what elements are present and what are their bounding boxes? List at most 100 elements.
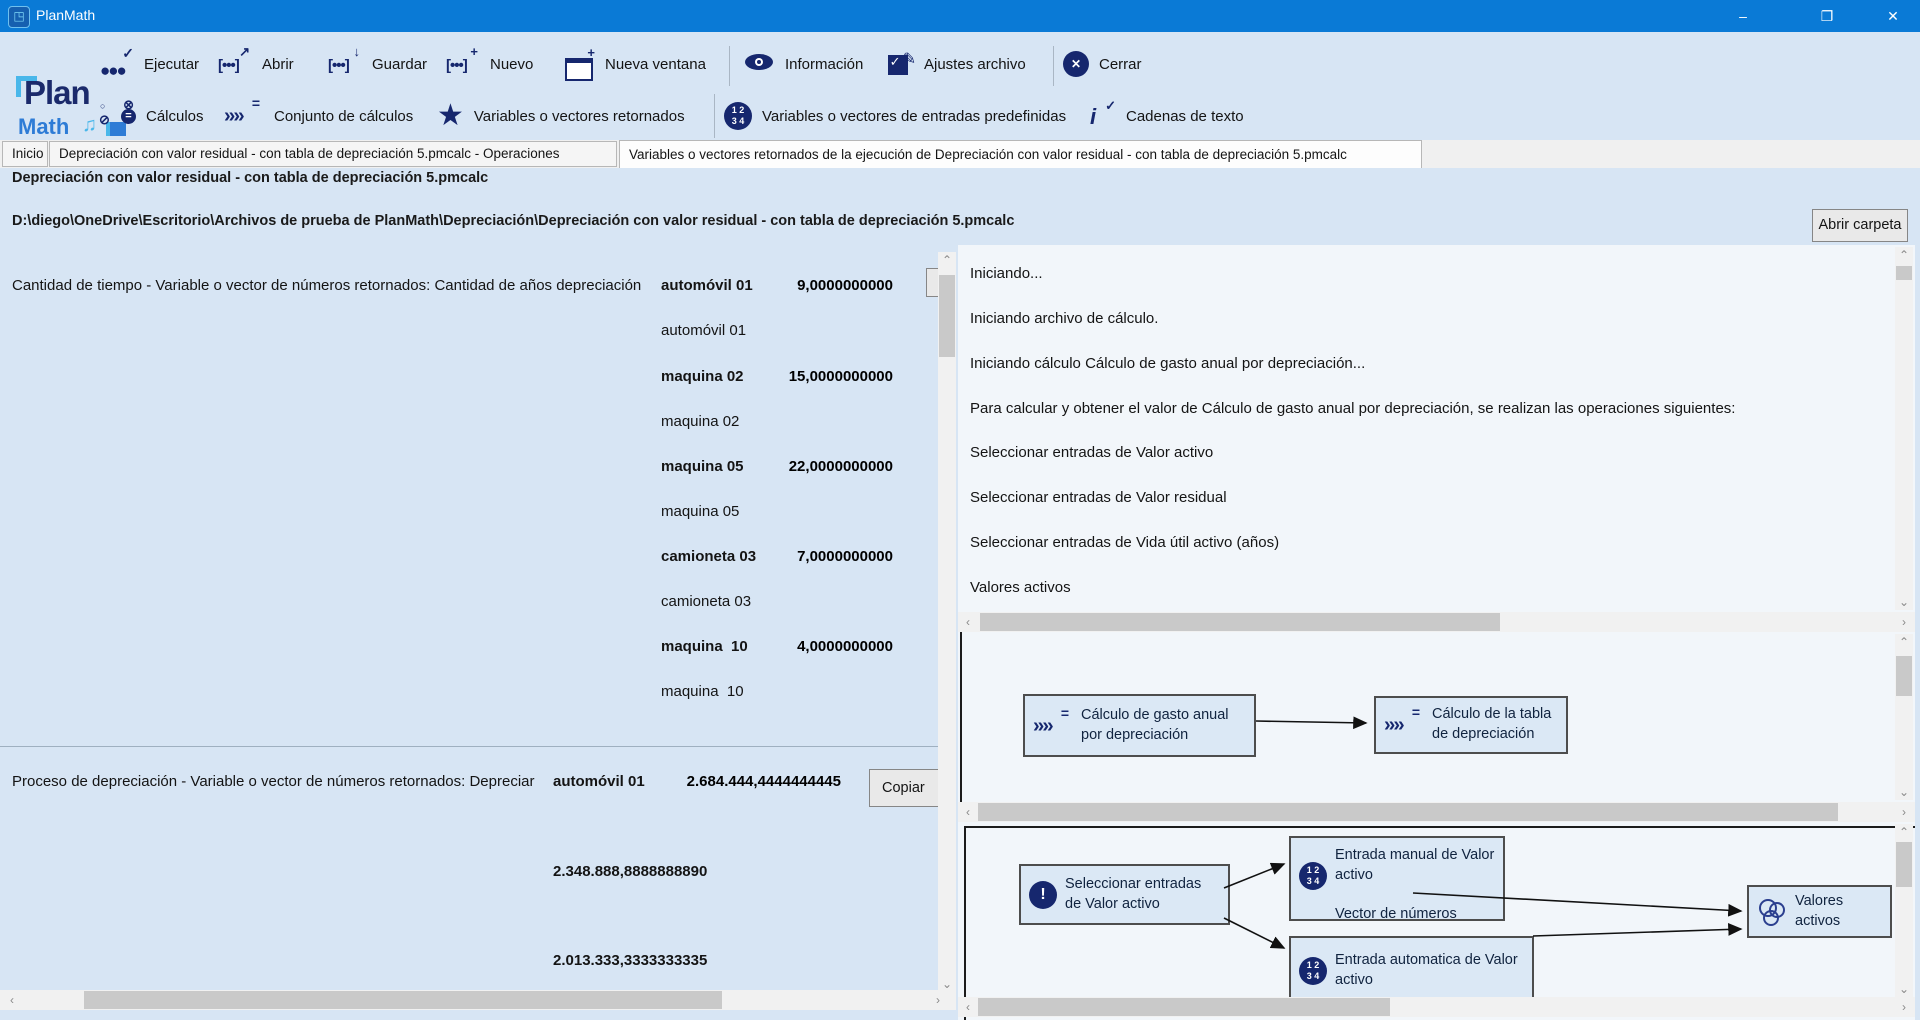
diagram-node-entrada-manual[interactable]: 1 2 3 4 Entrada manual de Valor activoVe…	[1289, 836, 1505, 921]
scroll-left-icon[interactable]: ‹	[960, 802, 976, 822]
diagram-node-gasto-anual[interactable]: =›››› Cálculo de gasto anual por depreci…	[1023, 694, 1256, 757]
calc-set-icon: =››››	[1033, 711, 1073, 741]
scroll-up-icon[interactable]: ⌃	[1895, 247, 1913, 263]
calc-set-icon: =››››	[224, 101, 264, 131]
scroll-left-icon[interactable]: ‹	[960, 612, 976, 632]
toolbar: Plan Math ♫ ●●●✓ Ejecutar [•••]↗ Abrir […	[0, 32, 1920, 140]
section2-label: Proceso de depreciación - Variable o vec…	[12, 773, 535, 790]
scrollbar-thumb[interactable]	[980, 613, 1500, 631]
left-vertical-scrollbar[interactable]: ⌃ ⌄	[938, 252, 956, 992]
scroll-right-icon[interactable]: ›	[1896, 802, 1912, 822]
open-folder-button[interactable]: Abrir carpeta	[1812, 209, 1908, 242]
tab-bar: Inicio Depreciación con valor residual -…	[0, 140, 1920, 168]
toolbar-nueva-ventana[interactable]: + Nueva ventana	[565, 38, 706, 90]
toolbar-guardar[interactable]: [•••]↓ Guardar	[328, 38, 427, 90]
tab-inicio[interactable]: Inicio	[2, 141, 48, 167]
scrollbar-thumb[interactable]	[1896, 842, 1912, 887]
toolbar-calculos[interactable]: ○⊗⊘= Cálculos	[100, 90, 204, 142]
run-icon: ●●●✓	[100, 49, 134, 79]
results-panel: Cantidad de tiempo - Variable o vector d…	[0, 245, 956, 1020]
log-line: Iniciando cálculo Cálculo de gasto anual…	[970, 355, 1365, 372]
scrollbar-thumb[interactable]	[84, 991, 722, 1009]
row-name: maquina 10	[661, 683, 744, 700]
toolbar-separator	[1053, 46, 1054, 86]
tab-operaciones[interactable]: Depreciación con valor residual - con ta…	[49, 141, 617, 167]
diagram-node-tabla-depreciacion[interactable]: =›››› Cálculo de la tabla de depreciació…	[1374, 696, 1568, 754]
row-value: 4,0000000000	[700, 638, 893, 655]
bottom-vertical-scrollbar[interactable]: ⌃ ⌄	[1895, 824, 1913, 997]
star-icon: ★	[437, 101, 464, 131]
scroll-down-icon[interactable]: ⌄	[1895, 784, 1913, 800]
scroll-down-icon[interactable]: ⌄	[1895, 981, 1913, 997]
section1-label: Cantidad de tiempo - Variable o vector d…	[12, 277, 641, 294]
close-button[interactable]: ✕	[1868, 0, 1918, 32]
toolbar-ajustes-archivo[interactable]: ✎✓ Ajustes archivo	[888, 38, 1026, 90]
scroll-up-icon[interactable]: ⌃	[1895, 634, 1913, 650]
edit-file-icon: ✎✓	[888, 51, 914, 77]
left-horizontal-scrollbar[interactable]: ‹ ›	[0, 990, 956, 1010]
scroll-right-icon[interactable]: ›	[1896, 997, 1912, 1017]
toolbar-separator	[714, 94, 715, 138]
scrollbar-thumb[interactable]	[939, 275, 955, 357]
log-horizontal-scrollbar[interactable]: ‹ ›	[958, 612, 1915, 632]
log-line: Iniciando archivo de cálculo.	[970, 310, 1158, 327]
log-line: Seleccionar entradas de Valor activo	[970, 444, 1213, 461]
scroll-right-icon[interactable]: ›	[1896, 612, 1912, 632]
row-value: 2.684.444,4444444445	[648, 773, 841, 790]
scrollbar-thumb[interactable]	[978, 998, 1390, 1016]
close-circle-icon: ✕	[1063, 51, 1089, 77]
scroll-up-icon[interactable]: ⌃	[1895, 824, 1913, 840]
row-name: maquina 05	[661, 503, 739, 520]
minimize-button[interactable]: –	[1714, 0, 1772, 32]
middle-horizontal-scrollbar[interactable]: ‹ ›	[958, 802, 1915, 822]
values-icon	[1757, 897, 1787, 927]
window-title: PlanMath	[36, 7, 95, 23]
scroll-down-icon[interactable]: ⌄	[1895, 594, 1913, 610]
toolbar-nuevo[interactable]: [•••]+ Nuevo	[446, 38, 533, 90]
log-line: Para calcular y obtener el valor de Cálc…	[970, 400, 1735, 417]
middle-vertical-scrollbar[interactable]: ⌃ ⌄	[1895, 634, 1913, 800]
calc-detail-diagram-panel: ! Seleccionar entradas de Valor activo 1…	[958, 822, 1915, 1020]
diagram-frame-top-border	[964, 826, 1915, 828]
diagram-node-valores-activos[interactable]: Valores activos	[1747, 885, 1892, 938]
row-value: 15,0000000000	[700, 368, 893, 385]
calculations-icon: ○⊗⊘=	[100, 99, 136, 133]
scroll-right-icon[interactable]: ›	[930, 990, 946, 1010]
toolbar-conjunto-calculos[interactable]: =›››› Conjunto de cálculos	[224, 90, 413, 142]
scroll-left-icon[interactable]: ‹	[960, 997, 976, 1017]
toolbar-variables-retornados[interactable]: ★ Variables o vectores retornados	[437, 90, 685, 142]
toolbar-cerrar[interactable]: ✕ Cerrar	[1063, 38, 1142, 90]
scroll-up-icon[interactable]: ⌃	[938, 252, 956, 268]
new-icon: [•••]+	[446, 49, 480, 79]
execution-log-panel: Iniciando... Iniciando archivo de cálcul…	[958, 245, 1915, 612]
tab-variables-retornados[interactable]: Variables o vectores retornados de la ej…	[619, 140, 1422, 168]
scrollbar-thumb[interactable]	[978, 803, 1838, 821]
row-name: automóvil 01	[553, 773, 645, 790]
section-divider	[0, 746, 956, 747]
row-value: 7,0000000000	[700, 548, 893, 565]
bottom-horizontal-scrollbar[interactable]: ‹ ›	[958, 997, 1915, 1017]
toolbar-cadenas-texto[interactable]: i✓ Cadenas de texto	[1086, 90, 1244, 142]
scrollbar-thumb[interactable]	[1896, 266, 1912, 280]
calc-set-icon: =››››	[1384, 710, 1424, 740]
eye-icon	[745, 54, 775, 74]
file-path: D:\diego\OneDrive\Escritorio\Archivos de…	[12, 213, 1014, 229]
planmath-window: ◳ PlanMath – ❐ ✕ Plan Math ♫ ●●●✓ Ejecut…	[0, 0, 1920, 1020]
row-value: 2.013.333,3333333335	[553, 952, 707, 969]
toolbar-abrir[interactable]: [•••]↗ Abrir	[218, 38, 294, 90]
new-window-icon: +	[565, 51, 595, 77]
app-icon: ◳	[8, 6, 30, 28]
scrollbar-thumb[interactable]	[1896, 656, 1912, 696]
toolbar-entradas-predefinidas[interactable]: 1 2 3 4 Variables o vectores de entradas…	[724, 90, 1066, 142]
log-vertical-scrollbar[interactable]: ⌃ ⌄	[1895, 247, 1913, 610]
toolbar-informacion[interactable]: Información	[745, 38, 863, 90]
log-line: Iniciando...	[970, 265, 1043, 282]
toolbar-ejecutar[interactable]: ●●●✓ Ejecutar	[100, 38, 199, 90]
numbers-icon: 1 2 3 4	[724, 102, 752, 130]
scroll-left-icon[interactable]: ‹	[4, 990, 20, 1010]
diagram-node-seleccionar-entradas[interactable]: ! Seleccionar entradas de Valor activo	[1019, 864, 1230, 925]
restore-button[interactable]: ❐	[1798, 0, 1856, 32]
open-icon: [•••]↗	[218, 49, 252, 79]
diagram-node-entrada-automatica[interactable]: 1 2 3 4 Entrada automatica de Valor acti…	[1289, 936, 1534, 1006]
text-string-icon: i✓	[1086, 102, 1116, 130]
